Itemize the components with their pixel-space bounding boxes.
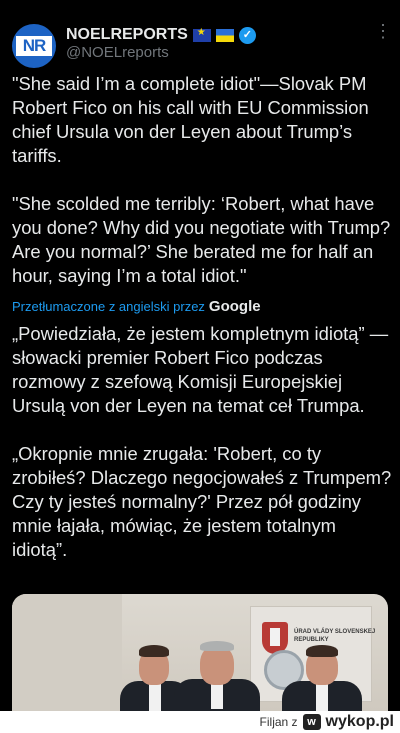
background-wall — [12, 594, 122, 711]
more-options-icon[interactable]: ⋮ — [374, 22, 392, 46]
wykop-site-name: wykop.pl — [325, 713, 394, 730]
translated-paragraph: „Powiedziała, że jestem kompletnym idiot… — [12, 323, 389, 416]
ukraine-flag-icon — [215, 28, 234, 42]
author-name-row: NOELREPORTS ✓ — [66, 25, 256, 45]
display-name[interactable]: NOELREPORTS — [66, 26, 188, 44]
tweet-paragraph: "She scolded me terribly: ‘Robert, what … — [12, 193, 391, 286]
person-center — [174, 639, 260, 711]
person-right — [282, 641, 362, 711]
avatar[interactable]: NR — [12, 24, 56, 68]
tweet-header: NR NOELREPORTS ✓ @NOELreports ⋮ — [0, 0, 400, 68]
wykop-logo-icon: w — [302, 714, 321, 730]
tweet-screen: NR NOELREPORTS ✓ @NOELreports ⋮ "She sai… — [0, 0, 400, 733]
translation-label: Przetłumaczone z angielski przez — [12, 299, 205, 314]
google-logo: Google — [208, 298, 261, 315]
tweet-media-image[interactable]: ÚRAD VLÁDY SLOVENSKEJ REPUBLIKY — [12, 594, 388, 711]
author-handle[interactable]: @NOELreports — [66, 44, 169, 61]
eu-flag-icon — [192, 27, 211, 42]
translated-paragraph: „Okropnie mnie zrugała: 'Robert, co ty z… — [12, 443, 392, 560]
credit-text: Filjan z — [259, 715, 298, 729]
tweet-paragraph: "She said I’m a complete idiot"—Slovak P… — [12, 73, 369, 166]
verified-badge-icon: ✓ — [238, 26, 256, 44]
watermark-bar: Filjan z w wykop.pl — [0, 711, 400, 733]
avatar-logo-text: NR — [16, 36, 52, 56]
translated-text: „Powiedziała, że jestem kompletnym idiot… — [12, 322, 396, 562]
translation-attribution[interactable]: Przetłumaczone z angielski przez Google — [12, 298, 392, 315]
tweet-text: "She said I’m a complete idiot"—Slovak P… — [12, 72, 392, 288]
